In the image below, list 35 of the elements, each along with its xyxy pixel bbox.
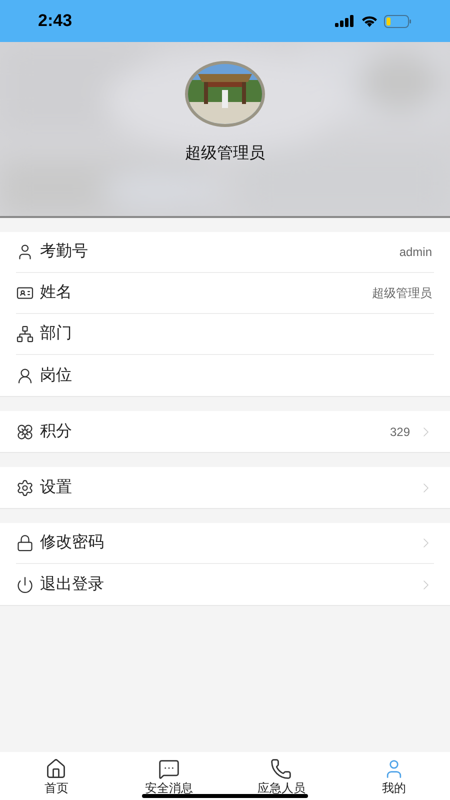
row-label: 退出登录 [40,574,104,594]
row-label: 积分 [40,422,72,442]
row-label: 岗位 [40,366,72,386]
flower-icon [16,422,34,440]
menu-row[interactable]: 设置 [0,467,450,508]
row-value: admin [399,244,432,261]
tab-item[interactable]: 安全消息 [112,752,225,800]
row-label: 姓名 [40,283,72,303]
user-icon [16,243,34,261]
row-value: 329 [390,424,410,440]
menu-row[interactable]: 岗位 [0,355,450,396]
signal-icon [335,15,355,27]
row-value: 超级管理员 [372,285,432,302]
menu-row[interactable]: 修改密码 [0,523,450,564]
lock-icon [16,534,34,552]
id-card-icon [16,284,34,302]
menu-row[interactable]: 考勤号 admin [0,232,450,273]
status-time: 2:43 [38,10,72,32]
row-label: 部门 [40,324,72,344]
menu-row[interactable]: 姓名 超级管理员 [0,273,450,314]
tab-item[interactable]: 我的 [338,752,450,800]
row-label: 考勤号 [40,242,88,262]
tab-item[interactable]: 应急人员 [225,752,338,800]
row-label: 修改密码 [40,532,104,553]
person-icon [16,366,34,384]
tab-item[interactable]: 首页 [0,752,112,800]
settings-icon [16,478,34,496]
battery-icon [384,14,412,28]
menu-row[interactable]: 部门 [0,314,450,355]
org-chart-icon [16,325,34,343]
menu-row[interactable]: 积分 329 [0,411,450,452]
power-icon [16,576,34,594]
menu-row[interactable]: 退出登录 [0,564,450,605]
row-label: 设置 [40,478,72,498]
wifi-icon [361,15,378,27]
